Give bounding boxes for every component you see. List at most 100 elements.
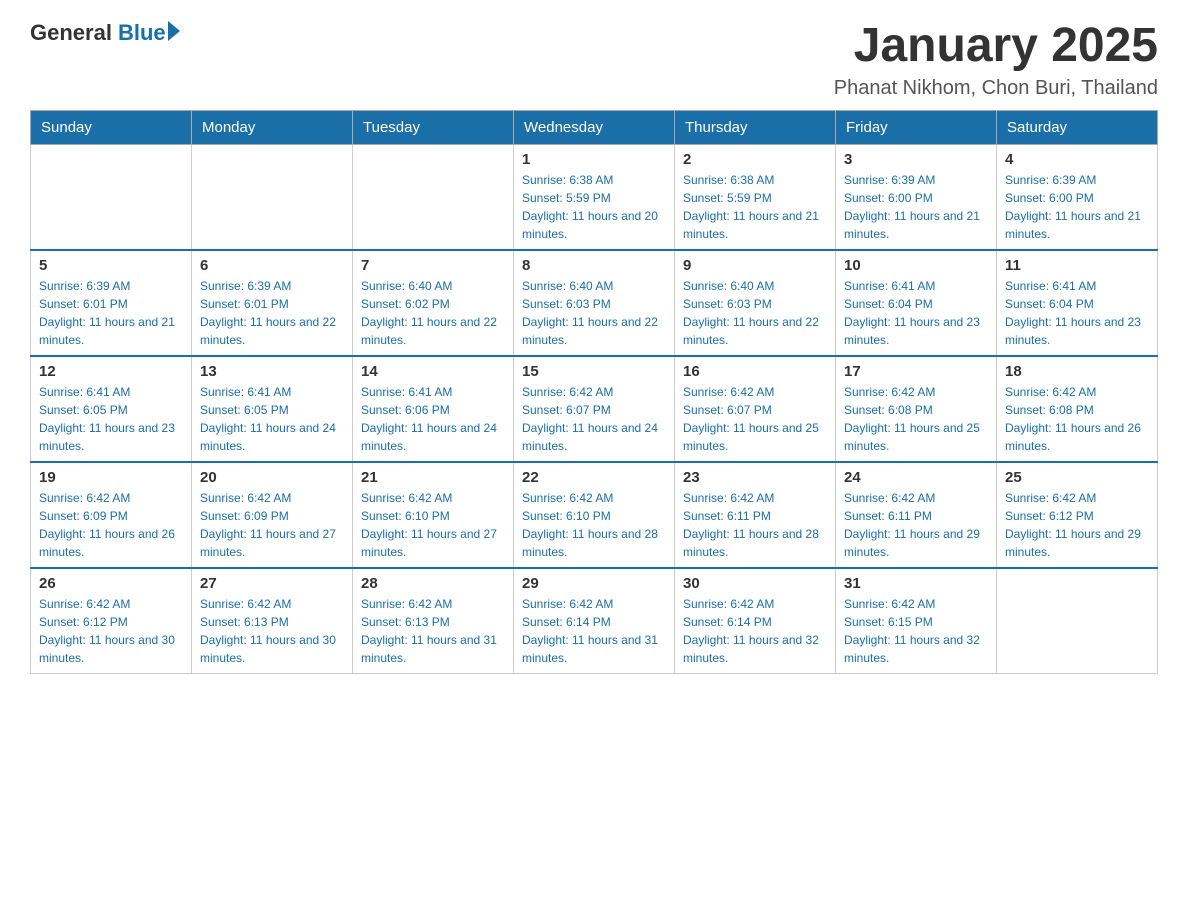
page-header: General Blue January 2025 Phanat Nikhom,… [30,20,1158,100]
sun-info: Sunrise: 6:42 AMSunset: 6:11 PMDaylight:… [844,489,988,561]
calendar-cell: 15 Sunrise: 6:42 AMSunset: 6:07 PMDayligh… [514,356,675,462]
sun-info: Sunrise: 6:38 AMSunset: 5:59 PMDaylight:… [522,171,666,243]
column-header-saturday: Saturday [997,110,1158,144]
column-header-sunday: Sunday [31,110,192,144]
calendar-cell: 24 Sunrise: 6:42 AMSunset: 6:11 PMDayligh… [836,462,997,568]
day-number: 9 [683,257,827,274]
sun-info: Sunrise: 6:42 AMSunset: 6:10 PMDaylight:… [522,489,666,561]
sun-info: Sunrise: 6:42 AMSunset: 6:13 PMDaylight:… [200,595,344,667]
day-number: 6 [200,257,344,274]
day-number: 24 [844,469,988,486]
day-number: 14 [361,363,505,380]
day-number: 15 [522,363,666,380]
calendar-cell [997,568,1158,674]
location: Phanat Nikhom, Chon Buri, Thailand [834,77,1158,100]
calendar-cell: 21 Sunrise: 6:42 AMSunset: 6:10 PMDayligh… [353,462,514,568]
calendar-cell: 31 Sunrise: 6:42 AMSunset: 6:15 PMDayligh… [836,568,997,674]
calendar-cell: 12Sunrise: 6:41 AMSunset: 6:05 PMDayligh… [31,356,192,462]
calendar-cell: 28 Sunrise: 6:42 AMSunset: 6:13 PMDayligh… [353,568,514,674]
day-number: 7 [361,257,505,274]
sun-info: Sunrise: 6:41 AMSunset: 6:04 PMDaylight:… [1005,277,1149,349]
week-row-5: 26 Sunrise: 6:42 AMSunset: 6:12 PMDayligh… [31,568,1158,674]
logo-blue: Blue [118,20,166,46]
week-row-4: 19 Sunrise: 6:42 AMSunset: 6:09 PMDayligh… [31,462,1158,568]
calendar-cell: 5 Sunrise: 6:39 AMSunset: 6:01 PMDaylight… [31,250,192,356]
sun-info: Sunrise: 6:39 AMSunset: 6:01 PMDaylight:… [200,277,344,349]
day-number: 21 [361,469,505,486]
calendar-cell: 4 Sunrise: 6:39 AMSunset: 6:00 PMDaylight… [997,144,1158,250]
sun-info: Sunrise: 6:42 AMSunset: 6:09 PMDaylight:… [39,489,183,561]
calendar-cell: 10 Sunrise: 6:41 AMSunset: 6:04 PMDayligh… [836,250,997,356]
day-number: 29 [522,575,666,592]
sun-info: Sunrise: 6:42 AMSunset: 6:15 PMDaylight:… [844,595,988,667]
day-number: 2 [683,151,827,168]
sun-info: Sunrise: 6:39 AMSunset: 6:00 PMDaylight:… [844,171,988,243]
calendar-cell: 9Sunrise: 6:40 AMSunset: 6:03 PMDaylight… [675,250,836,356]
calendar-cell: 3Sunrise: 6:39 AMSunset: 6:00 PMDaylight… [836,144,997,250]
day-number: 31 [844,575,988,592]
sun-info: Sunrise: 6:41 AMSunset: 6:05 PMDaylight:… [200,383,344,455]
calendar-cell: 26 Sunrise: 6:42 AMSunset: 6:12 PMDayligh… [31,568,192,674]
day-number: 20 [200,469,344,486]
day-number: 5 [39,257,183,274]
sun-info: Sunrise: 6:42 AMSunset: 6:10 PMDaylight:… [361,489,505,561]
calendar-cell: 30Sunrise: 6:42 AMSunset: 6:14 PMDayligh… [675,568,836,674]
day-number: 10 [844,257,988,274]
sun-info: Sunrise: 6:42 AMSunset: 6:12 PMDaylight:… [1005,489,1149,561]
day-number: 8 [522,257,666,274]
sun-info: Sunrise: 6:41 AMSunset: 6:04 PMDaylight:… [844,277,988,349]
sun-info: Sunrise: 6:42 AMSunset: 6:14 PMDaylight:… [522,595,666,667]
logo: General Blue [30,20,180,46]
day-number: 23 [683,469,827,486]
calendar-cell: 17Sunrise: 6:42 AMSunset: 6:08 PMDayligh… [836,356,997,462]
calendar-cell: 8Sunrise: 6:40 AMSunset: 6:03 PMDaylight… [514,250,675,356]
sun-info: Sunrise: 6:42 AMSunset: 6:12 PMDaylight:… [39,595,183,667]
column-header-friday: Friday [836,110,997,144]
sun-info: Sunrise: 6:42 AMSunset: 6:07 PMDaylight:… [522,383,666,455]
calendar-table: SundayMondayTuesdayWednesdayThursdayFrid… [30,110,1158,674]
month-title: January 2025 [834,20,1158,73]
day-number: 30 [683,575,827,592]
day-number: 16 [683,363,827,380]
day-number: 19 [39,469,183,486]
calendar-cell: 18Sunrise: 6:42 AMSunset: 6:08 PMDayligh… [997,356,1158,462]
calendar-cell [31,144,192,250]
day-number: 11 [1005,257,1149,274]
day-number: 27 [200,575,344,592]
calendar-cell [192,144,353,250]
sun-info: Sunrise: 6:39 AMSunset: 6:00 PMDaylight:… [1005,171,1149,243]
title-section: January 2025 Phanat Nikhom, Chon Buri, T… [834,20,1158,100]
column-header-thursday: Thursday [675,110,836,144]
sun-info: Sunrise: 6:39 AMSunset: 6:01 PMDaylight:… [39,277,183,349]
calendar-cell: 16 Sunrise: 6:42 AMSunset: 6:07 PMDayligh… [675,356,836,462]
calendar-cell: 19 Sunrise: 6:42 AMSunset: 6:09 PMDayligh… [31,462,192,568]
calendar-cell: 22 Sunrise: 6:42 AMSunset: 6:10 PMDayligh… [514,462,675,568]
column-header-wednesday: Wednesday [514,110,675,144]
sun-info: Sunrise: 6:42 AMSunset: 6:13 PMDaylight:… [361,595,505,667]
week-row-3: 12 Sunrise: 6:41 AMSunset: 6:05 PMDayligh… [31,356,1158,462]
calendar-cell: 13 Sunrise: 6:41 AMSunset: 6:05 PMDayligh… [192,356,353,462]
sun-info: Sunrise: 6:40 AMSunset: 6:02 PMDaylight:… [361,277,505,349]
column-header-monday: Monday [192,110,353,144]
day-number: 12 [39,363,183,380]
day-number: 18 [1005,363,1149,380]
calendar-cell: 14Sunrise: 6:41 AMSunset: 6:06 PMDayligh… [353,356,514,462]
day-number: 28 [361,575,505,592]
sun-info: Sunrise: 6:42 AMSunset: 6:09 PMDaylight:… [200,489,344,561]
logo-general: General [30,20,112,46]
day-number: 17 [844,363,988,380]
day-number: 13 [200,363,344,380]
week-row-1: 1 Sunrise: 6:38 AMSunset: 5:59 PMDaylight… [31,144,1158,250]
day-number: 26 [39,575,183,592]
column-header-tuesday: Tuesday [353,110,514,144]
day-number: 4 [1005,151,1149,168]
calendar-cell: 29 Sunrise: 6:42 AMSunset: 6:14 PMDayligh… [514,568,675,674]
sun-info: Sunrise: 6:42 AMSunset: 6:07 PMDaylight:… [683,383,827,455]
logo-arrow-icon [168,21,180,41]
calendar-cell: 27 Sunrise: 6:42 AMSunset: 6:13 PMDayligh… [192,568,353,674]
sun-info: Sunrise: 6:42 AMSunset: 6:11 PMDaylight:… [683,489,827,561]
calendar-cell: 2Sunrise: 6:38 AMSunset: 5:59 PMDaylight… [675,144,836,250]
calendar-cell: 11 Sunrise: 6:41 AMSunset: 6:04 PMDayligh… [997,250,1158,356]
day-number: 1 [522,151,666,168]
day-number: 22 [522,469,666,486]
